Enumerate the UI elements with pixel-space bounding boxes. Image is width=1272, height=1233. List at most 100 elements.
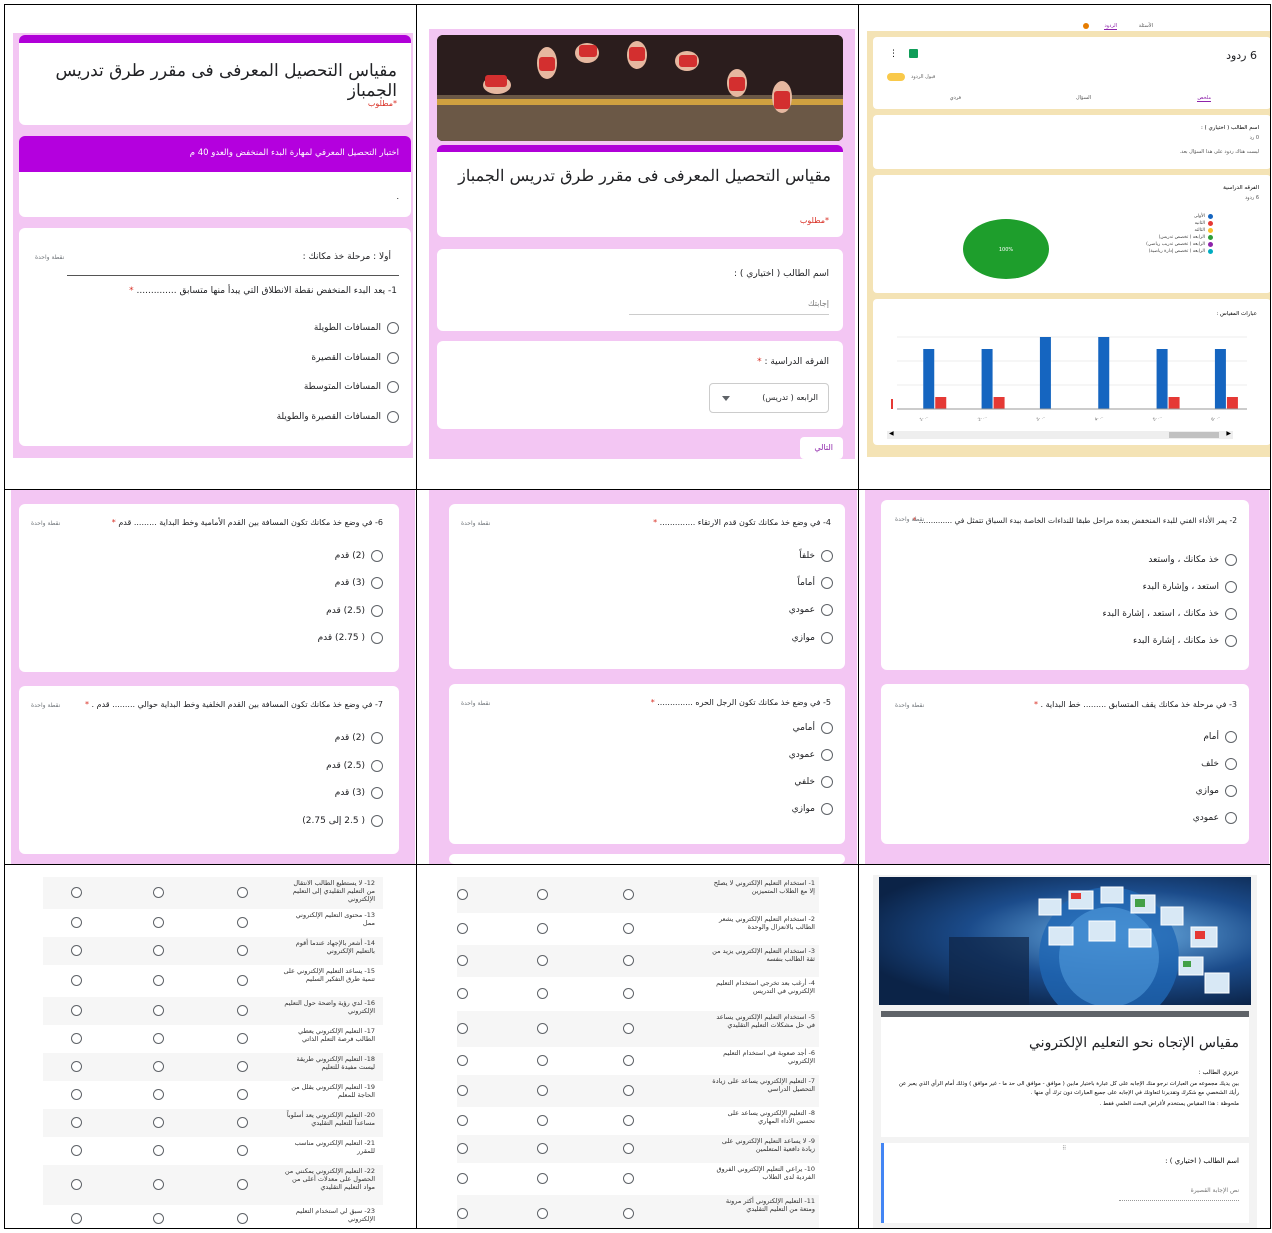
- q7-option-2[interactable]: (2.5) قدم: [326, 760, 383, 772]
- q5-option-4[interactable]: موازي: [792, 803, 833, 815]
- likert-radio[interactable]: [457, 1055, 468, 1066]
- radio-button[interactable]: [371, 550, 383, 562]
- radio-button[interactable]: [821, 604, 833, 616]
- radio-button[interactable]: [1225, 785, 1237, 797]
- subtab-summary[interactable]: ملخص: [1197, 95, 1211, 102]
- likert-radio[interactable]: [237, 975, 248, 986]
- likert-radio[interactable]: [71, 1213, 82, 1224]
- likert-radio[interactable]: [71, 1005, 82, 1016]
- tab-responses[interactable]: الردود: [1104, 23, 1117, 30]
- likert-radio[interactable]: [623, 1143, 634, 1154]
- radio-button[interactable]: [821, 632, 833, 644]
- likert-radio[interactable]: [537, 1023, 548, 1034]
- accepting-toggle[interactable]: [887, 73, 905, 81]
- likert-radio[interactable]: [237, 945, 248, 956]
- option-1[interactable]: المسافات الطويلة: [314, 322, 399, 334]
- radio-button[interactable]: [387, 411, 399, 423]
- radio-button[interactable]: [387, 322, 399, 334]
- radio-button[interactable]: [371, 632, 383, 644]
- likert-radio[interactable]: [623, 988, 634, 999]
- likert-radio[interactable]: [457, 1173, 468, 1184]
- name-input[interactable]: إجابتك: [629, 299, 829, 315]
- next-button[interactable]: التالي: [800, 437, 843, 459]
- q7-option-1[interactable]: (2) قدم: [335, 732, 383, 744]
- likert-radio[interactable]: [457, 1143, 468, 1154]
- likert-radio[interactable]: [153, 917, 164, 928]
- q6-option-1[interactable]: (2) قدم: [335, 550, 383, 562]
- radio-button[interactable]: [371, 815, 383, 827]
- radio-button[interactable]: [1225, 581, 1237, 593]
- q3-option-2[interactable]: خلف: [1201, 758, 1237, 770]
- class-dropdown[interactable]: الرابعه ( تدريس): [709, 383, 829, 413]
- likert-radio[interactable]: [457, 1208, 468, 1219]
- likert-radio[interactable]: [153, 1179, 164, 1190]
- likert-radio[interactable]: [153, 1033, 164, 1044]
- likert-radio[interactable]: [623, 1115, 634, 1126]
- q4-option-2[interactable]: أماماً: [797, 577, 833, 589]
- likert-radio[interactable]: [623, 1023, 634, 1034]
- likert-radio[interactable]: [623, 955, 634, 966]
- q5-option-3[interactable]: خلفي: [794, 776, 833, 788]
- radio-button[interactable]: [371, 577, 383, 589]
- likert-radio[interactable]: [153, 1089, 164, 1100]
- q6-option-4[interactable]: ( 2.75) قدم: [318, 632, 383, 644]
- more-options-icon[interactable]: ⋮: [889, 49, 898, 59]
- likert-radio[interactable]: [71, 887, 82, 898]
- option-3[interactable]: المسافات المتوسطة: [304, 381, 399, 393]
- radio-button[interactable]: [821, 749, 833, 761]
- likert-radio[interactable]: [457, 1023, 468, 1034]
- radio-button[interactable]: [1225, 608, 1237, 620]
- likert-radio[interactable]: [237, 887, 248, 898]
- likert-radio[interactable]: [237, 1061, 248, 1072]
- likert-radio[interactable]: [623, 1173, 634, 1184]
- likert-radio[interactable]: [237, 917, 248, 928]
- drag-handle-icon[interactable]: ⠿: [1062, 1145, 1066, 1152]
- radio-button[interactable]: [821, 577, 833, 589]
- likert-radio[interactable]: [623, 1055, 634, 1066]
- q4-option-4[interactable]: موازي: [792, 632, 833, 644]
- q2-option-3[interactable]: خذ مكانك ، استعد ، إشارة البدء: [1103, 608, 1237, 620]
- radio-button[interactable]: [1225, 758, 1237, 770]
- radio-button[interactable]: [387, 381, 399, 393]
- radio-button[interactable]: [1225, 812, 1237, 824]
- option-4[interactable]: المسافات القصيرة والطويلة: [277, 411, 399, 423]
- likert-radio[interactable]: [623, 1085, 634, 1096]
- option-2[interactable]: المسافات القصيرة: [311, 352, 399, 364]
- likert-radio[interactable]: [153, 1061, 164, 1072]
- likert-radio[interactable]: [237, 1033, 248, 1044]
- q2-option-4[interactable]: خذ مكانك ، إشارة البدء: [1133, 635, 1237, 647]
- likert-radio[interactable]: [153, 1005, 164, 1016]
- likert-radio[interactable]: [237, 1179, 248, 1190]
- likert-radio[interactable]: [71, 975, 82, 986]
- likert-radio[interactable]: [153, 887, 164, 898]
- likert-radio[interactable]: [71, 1179, 82, 1190]
- likert-radio[interactable]: [457, 955, 468, 966]
- likert-radio[interactable]: [71, 1117, 82, 1128]
- tab-questions[interactable]: الأسئلة: [1139, 23, 1153, 29]
- likert-radio[interactable]: [537, 1115, 548, 1126]
- radio-button[interactable]: [371, 732, 383, 744]
- likert-radio[interactable]: [537, 1085, 548, 1096]
- likert-radio[interactable]: [71, 1033, 82, 1044]
- radio-button[interactable]: [1225, 635, 1237, 647]
- q4-option-3[interactable]: عمودي: [789, 604, 833, 616]
- q7-option-4[interactable]: ( 2.5 إلى 2.75): [302, 815, 383, 827]
- q2-option-1[interactable]: خذ مكانك ، واستعد: [1148, 554, 1237, 566]
- likert-radio[interactable]: [623, 923, 634, 934]
- likert-radio[interactable]: [537, 955, 548, 966]
- q5-option-2[interactable]: عمودي: [789, 749, 833, 761]
- likert-radio[interactable]: [623, 1208, 634, 1219]
- q3-option-4[interactable]: عمودي: [1193, 812, 1237, 824]
- scroll-right-icon[interactable]: ▶: [1226, 430, 1231, 437]
- likert-radio[interactable]: [537, 1173, 548, 1184]
- radio-button[interactable]: [821, 803, 833, 815]
- short-answer-input[interactable]: نص الإجابة القصيرة: [1119, 1187, 1239, 1201]
- likert-radio[interactable]: [153, 1213, 164, 1224]
- sheets-icon[interactable]: [909, 49, 918, 58]
- radio-button[interactable]: [371, 605, 383, 617]
- radio-button[interactable]: [371, 787, 383, 799]
- radio-button[interactable]: [371, 760, 383, 772]
- scroll-left-icon[interactable]: ◀: [889, 430, 894, 437]
- likert-radio[interactable]: [71, 1145, 82, 1156]
- likert-radio[interactable]: [237, 1145, 248, 1156]
